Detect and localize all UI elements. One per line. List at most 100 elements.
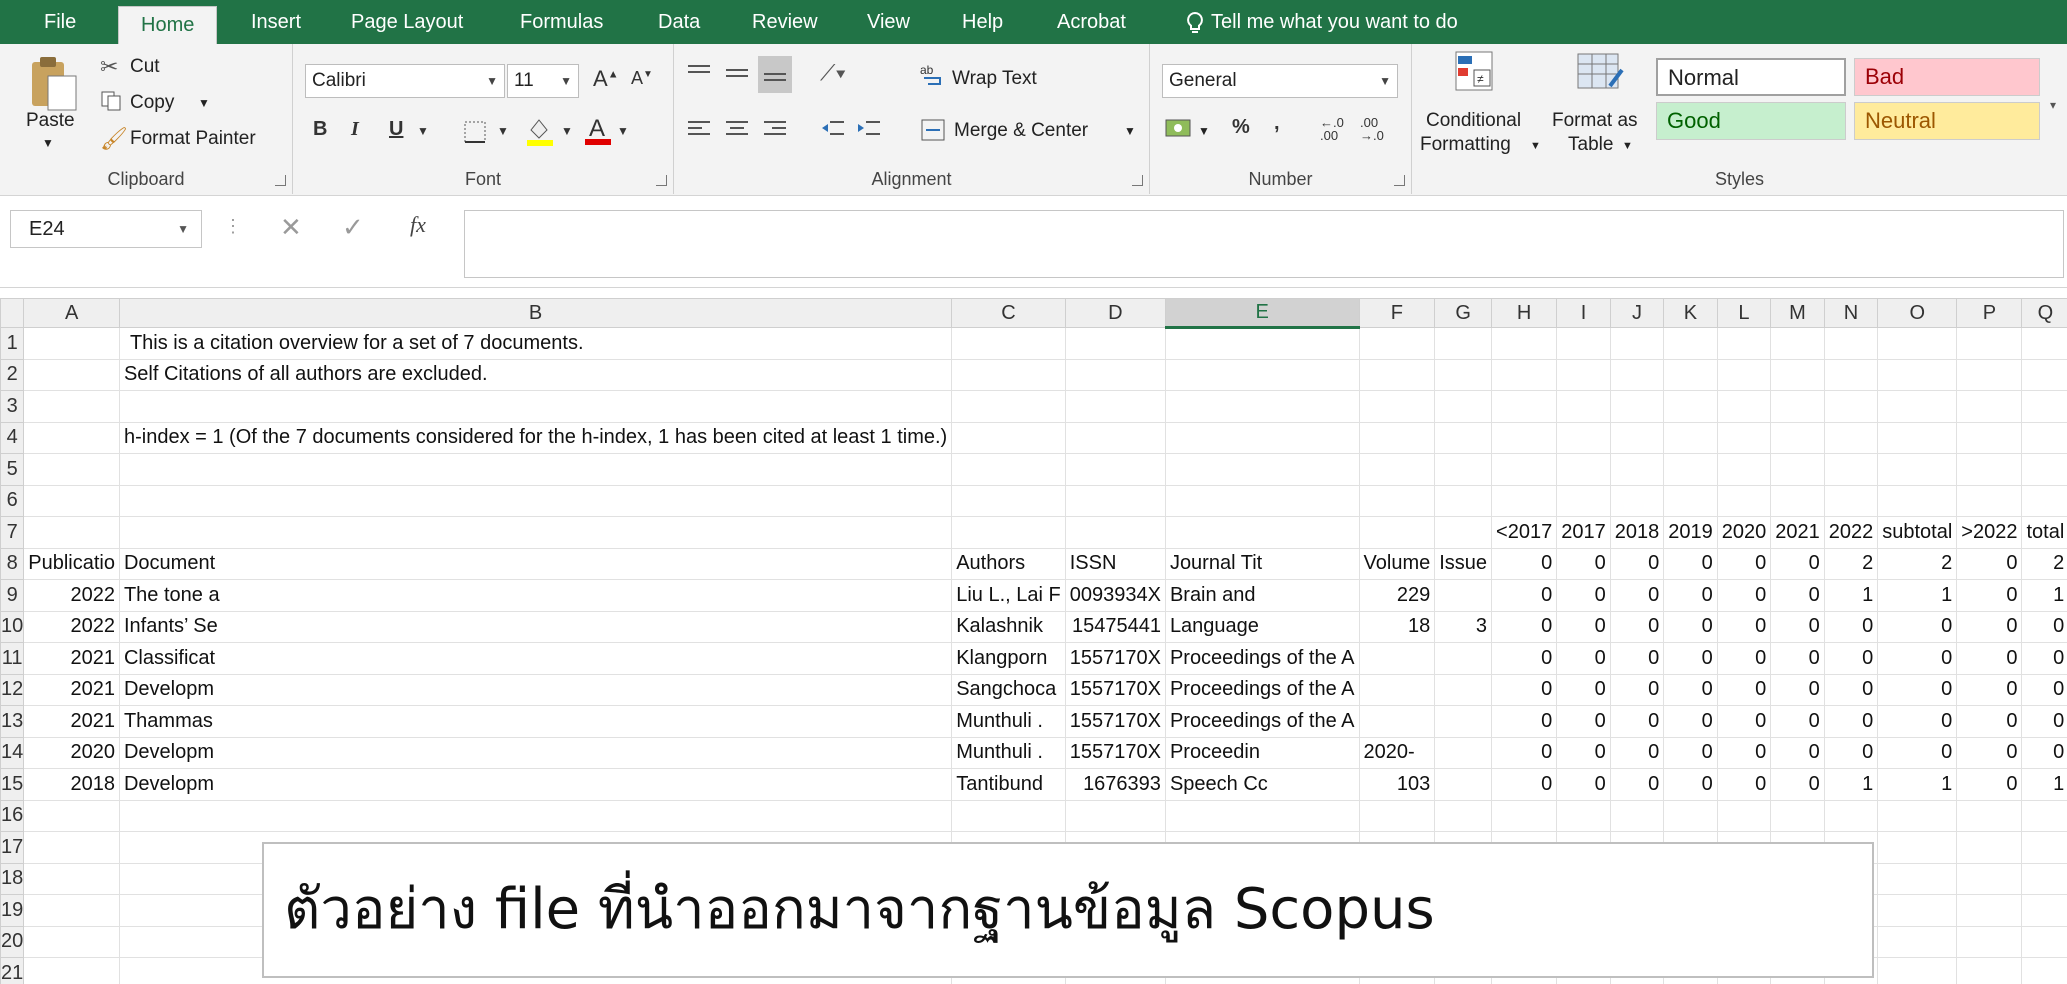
cell-k16[interactable]	[1663, 799, 1718, 832]
cell-n6[interactable]	[1823, 484, 1879, 517]
cell-a14[interactable]: 2020	[23, 736, 120, 769]
top-align-icon[interactable]	[686, 62, 712, 89]
cell-l15[interactable]: 0	[1716, 768, 1772, 801]
cell-j7[interactable]: 2018	[1609, 516, 1665, 549]
cell-o16[interactable]	[1877, 799, 1958, 832]
cell-e10[interactable]: Language	[1164, 610, 1360, 643]
cell-k15[interactable]: 0	[1663, 768, 1718, 801]
cell-p16[interactable]	[1956, 799, 2023, 832]
cell-h15[interactable]: 0	[1491, 768, 1558, 801]
cell-o20[interactable]	[1877, 925, 1958, 958]
cell-q6[interactable]	[2021, 484, 2067, 517]
cell-a7[interactable]	[23, 516, 120, 549]
styles-scroll-icon[interactable]: ▾	[2050, 98, 2056, 112]
cell-c2[interactable]	[951, 358, 1066, 391]
column-header-b[interactable]: B	[118, 298, 953, 328]
cell-g13[interactable]	[1434, 705, 1493, 738]
tab-help[interactable]: Help	[962, 0, 1003, 44]
cell-a5[interactable]	[23, 453, 120, 486]
row-header[interactable]: 3	[0, 390, 25, 423]
cell-j3[interactable]	[1609, 390, 1665, 423]
column-header-f[interactable]: F	[1358, 298, 1436, 328]
row-header[interactable]: 20	[0, 925, 25, 958]
column-header-a[interactable]: A	[23, 298, 120, 328]
cell-p2[interactable]	[1956, 358, 2023, 391]
copy-dropdown-arrow[interactable]: ▼	[198, 96, 210, 110]
tab-data[interactable]: Data	[658, 0, 700, 44]
cell-q12[interactable]: 0	[2021, 673, 2067, 706]
cell-k5[interactable]	[1663, 453, 1718, 486]
align-left-icon[interactable]	[686, 118, 712, 145]
row-header[interactable]: 21	[0, 957, 25, 984]
increase-decimal-icon[interactable]: ←.0.00	[1320, 116, 1344, 142]
cell-f13[interactable]	[1358, 705, 1436, 738]
cell-p5[interactable]	[1956, 453, 2023, 486]
cell-c9[interactable]: Liu L., Lai F	[951, 579, 1066, 612]
cell-j5[interactable]	[1609, 453, 1665, 486]
clipboard-launcher-icon[interactable]	[275, 175, 286, 186]
cell-m7[interactable]: 2021	[1770, 516, 1825, 549]
cell-b9[interactable]: The tone a	[118, 579, 953, 612]
row-header[interactable]: 17	[0, 831, 25, 864]
cell-q19[interactable]	[2021, 894, 2067, 927]
cell-a11[interactable]: 2021	[23, 642, 120, 675]
style-normal[interactable]: Normal	[1656, 58, 1846, 96]
cell-a8[interactable]: Publicatio	[23, 547, 120, 580]
cell-a9[interactable]: 2022	[23, 579, 120, 612]
cell-h5[interactable]	[1491, 453, 1558, 486]
cell-f2[interactable]	[1358, 358, 1436, 391]
cell-l10[interactable]: 0	[1716, 610, 1772, 643]
cell-e13[interactable]: Proceedings of the A	[1164, 705, 1360, 738]
middle-align-icon[interactable]	[724, 62, 750, 89]
cell-c5[interactable]	[951, 453, 1066, 486]
cell-h7[interactable]: <2017	[1491, 516, 1558, 549]
cell-j9[interactable]: 0	[1609, 579, 1665, 612]
borders-icon[interactable]	[463, 120, 487, 149]
cell-n13[interactable]: 0	[1823, 705, 1879, 738]
cell-p11[interactable]: 0	[1956, 642, 2023, 675]
cell-j6[interactable]	[1609, 484, 1665, 517]
column-header-q[interactable]: Q	[2021, 298, 2067, 328]
orientation-icon[interactable]: ⟋▾	[820, 60, 846, 86]
cell-p15[interactable]: 0	[1956, 768, 2023, 801]
decrease-font-size-icon[interactable]: A▼	[631, 68, 653, 89]
cell-p4[interactable]	[1956, 421, 2023, 454]
conditional-formatting-label-2[interactable]: Formatting	[1420, 134, 1511, 156]
cell-g4[interactable]	[1434, 421, 1493, 454]
cell-q15[interactable]: 1	[2021, 768, 2067, 801]
cell-o5[interactable]	[1877, 453, 1958, 486]
number-format-select[interactable]: General ▼	[1162, 64, 1398, 98]
row-header[interactable]: 12	[0, 673, 25, 706]
row-header[interactable]: 10	[0, 610, 25, 643]
cell-b14[interactable]: Developm	[118, 736, 953, 769]
decrease-decimal-icon[interactable]: .00 →.0	[1360, 116, 1384, 142]
cell-m5[interactable]	[1770, 453, 1825, 486]
cell-g5[interactable]	[1434, 453, 1493, 486]
cell-n2[interactable]	[1823, 358, 1879, 391]
cell-j13[interactable]: 0	[1609, 705, 1665, 738]
cell-h2[interactable]	[1491, 358, 1558, 391]
chevron-down-icon[interactable]: ▼	[417, 124, 429, 138]
cell-e7[interactable]	[1164, 516, 1360, 549]
cell-d8[interactable]: ISSN	[1064, 547, 1166, 580]
tab-file[interactable]: File	[44, 0, 76, 44]
cell-d12[interactable]: 1557170X	[1064, 673, 1166, 706]
chevron-down-icon[interactable]: ▼	[497, 124, 509, 138]
cell-g15[interactable]	[1434, 768, 1493, 801]
cell-o7[interactable]: subtotal	[1877, 516, 1958, 549]
row-header[interactable]: 1	[0, 327, 25, 360]
font-color-icon[interactable]: A	[583, 114, 613, 151]
name-box[interactable]: E24 ▼	[10, 210, 202, 248]
cell-k2[interactable]	[1663, 358, 1718, 391]
row-header[interactable]: 18	[0, 862, 25, 895]
cell-p17[interactable]	[1956, 831, 2023, 864]
column-header-o[interactable]: O	[1877, 298, 1958, 328]
percent-button[interactable]: %	[1232, 116, 1250, 139]
cell-q16[interactable]	[2021, 799, 2067, 832]
cell-c12[interactable]: Sangchoca	[951, 673, 1066, 706]
cell-a1[interactable]	[23, 327, 120, 360]
column-header-p[interactable]: P	[1956, 298, 2023, 328]
fill-color-icon[interactable]	[525, 116, 555, 151]
cell-l8[interactable]: 0	[1716, 547, 1772, 580]
cell-n14[interactable]: 0	[1823, 736, 1879, 769]
